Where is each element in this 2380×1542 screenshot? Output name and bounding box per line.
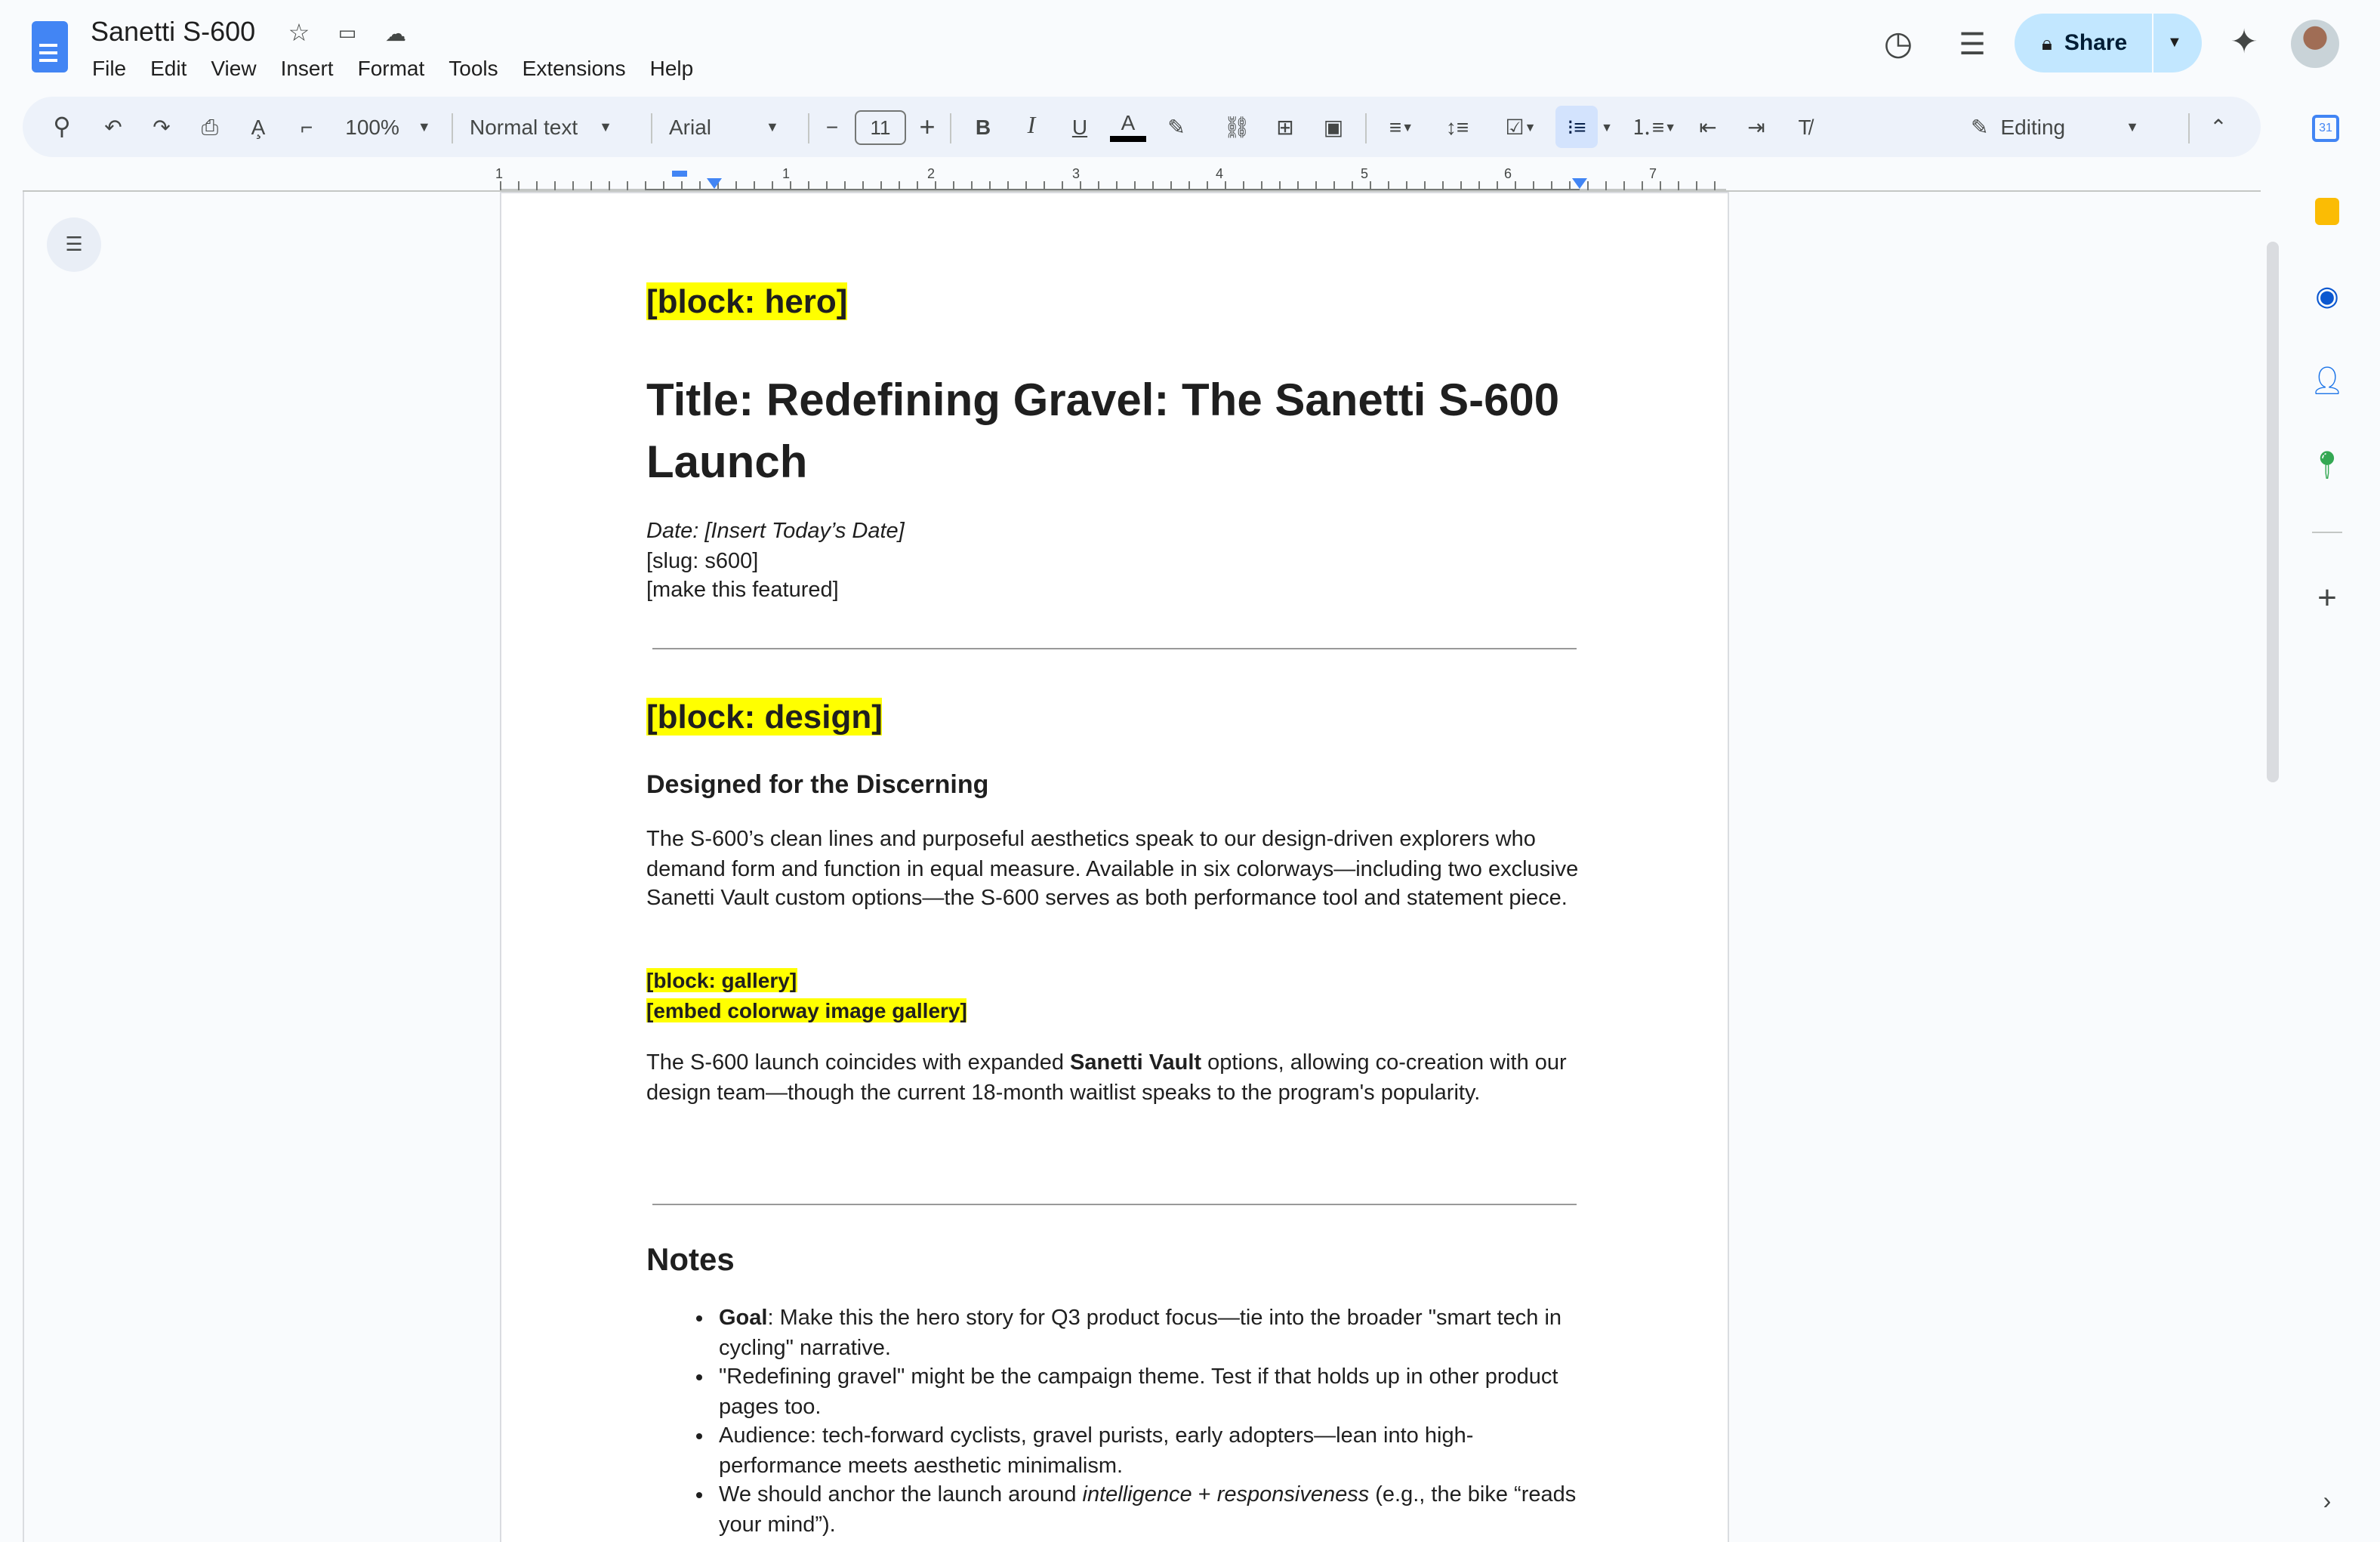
vertical-scrollbar[interactable] bbox=[2267, 242, 2279, 782]
list-item: Goal: Make this the hero story for Q3 pr… bbox=[719, 1305, 1583, 1364]
menu-tools[interactable]: Tools bbox=[449, 56, 498, 80]
paint-format-icon[interactable]: ⌐ bbox=[288, 109, 325, 145]
line-spacing-icon[interactable]: ↕≡ bbox=[1439, 109, 1475, 145]
checklist-icon[interactable]: ☑ ▼ bbox=[1491, 109, 1551, 145]
print-icon[interactable]: ⎙ bbox=[192, 109, 228, 145]
tasks-icon[interactable]: ◉ bbox=[2312, 280, 2342, 311]
menu-extensions[interactable]: Extensions bbox=[523, 56, 626, 80]
notes-heading: Notes bbox=[646, 1243, 735, 1278]
decrease-indent-icon[interactable]: ⇤ bbox=[1690, 109, 1726, 145]
text-color-button[interactable]: A bbox=[1110, 109, 1146, 142]
slug-line: [slug: s600] bbox=[646, 549, 759, 573]
highlight-color-icon[interactable]: ✎ bbox=[1158, 109, 1195, 145]
menu-help[interactable]: Help bbox=[650, 56, 694, 80]
undo-icon[interactable]: ↶ bbox=[95, 109, 131, 145]
design-paragraph: The S-600’s clean lines and purposeful a… bbox=[646, 828, 1579, 911]
search-menus-icon[interactable]: ⚲ bbox=[44, 109, 80, 145]
hide-menus-icon[interactable]: ⌃ bbox=[2200, 109, 2237, 145]
pencil-icon: ✎ bbox=[1971, 114, 1989, 138]
date-line: Date: [Insert Today’s Date] bbox=[646, 520, 905, 544]
ruler[interactable]: 1 1 2 3 4 5 6 7 bbox=[495, 166, 1726, 190]
calendar-icon[interactable]: 31 bbox=[2312, 115, 2339, 142]
keep-icon[interactable] bbox=[2315, 198, 2339, 225]
get-addons-icon[interactable]: + bbox=[2312, 578, 2342, 616]
maps-icon[interactable]: 📍︎ bbox=[2310, 449, 2345, 480]
bold-button[interactable]: B bbox=[965, 109, 1001, 145]
menu-insert[interactable]: Insert bbox=[281, 56, 334, 80]
gallery-embed-tag: [embed colorway image gallery] bbox=[646, 998, 967, 1022]
document-title[interactable]: Sanetti S-600 bbox=[91, 17, 255, 48]
divider bbox=[652, 648, 1577, 649]
bulleted-list-icon[interactable]: ⁝≡ bbox=[1555, 106, 1598, 148]
insert-image-icon[interactable]: ▣ bbox=[1315, 109, 1352, 145]
design-heading: Designed for the Discerning bbox=[646, 770, 989, 799]
left-indent-handle[interactable] bbox=[707, 178, 722, 189]
bulleted-list-dropdown-icon[interactable]: ▼ bbox=[1598, 109, 1616, 145]
vault-paragraph: The S-600 launch coincides with expanded… bbox=[646, 1051, 1567, 1105]
font-size-input[interactable]: 11 bbox=[855, 110, 906, 145]
decrease-font-size-button[interactable]: − bbox=[817, 109, 847, 145]
share-label: Share bbox=[2064, 30, 2128, 56]
notes-list: Goal: Make this the hero story for Q3 pr… bbox=[646, 1305, 1583, 1540]
lock-icon: 🔒︎ bbox=[2042, 31, 2052, 54]
font-select[interactable]: Arial ▼ bbox=[669, 109, 808, 145]
list-item: Audience: tech-forward cyclists, gravel … bbox=[719, 1423, 1583, 1482]
move-folder-icon[interactable]: ▭ bbox=[332, 18, 362, 48]
spellcheck-icon[interactable]: A̧ bbox=[240, 109, 276, 145]
divider bbox=[652, 1204, 1577, 1205]
avatar[interactable] bbox=[2291, 20, 2339, 68]
show-side-panel-icon[interactable]: › bbox=[2312, 1488, 2342, 1518]
insert-link-icon[interactable]: ⛓ bbox=[1219, 109, 1255, 145]
redo-icon[interactable]: ↷ bbox=[143, 109, 180, 145]
gallery-block-tag: [block: gallery] bbox=[646, 968, 797, 992]
menu-format[interactable]: Format bbox=[358, 56, 425, 80]
version-history-icon[interactable]: ◷ bbox=[1879, 24, 1918, 63]
add-comment-icon[interactable]: ⊞ bbox=[1267, 109, 1303, 145]
editing-mode-select[interactable]: ✎ Editing ▼ bbox=[1956, 103, 2182, 151]
document-heading-title: Title: Redefining Gravel: The Sanetti S-… bbox=[646, 376, 1560, 488]
list-item: We should anchor the launch around intel… bbox=[719, 1482, 1583, 1540]
featured-line: [make this featured] bbox=[646, 578, 839, 603]
first-line-indent-handle[interactable] bbox=[672, 171, 687, 177]
contacts-icon[interactable]: 👤︎ bbox=[2310, 365, 2345, 396]
docs-logo-icon[interactable] bbox=[32, 21, 68, 72]
right-indent-handle[interactable] bbox=[1572, 178, 1587, 189]
menu-file[interactable]: File bbox=[92, 56, 126, 80]
underline-button[interactable]: U bbox=[1062, 109, 1098, 145]
share-button[interactable]: 🔒︎ Share ▼ bbox=[2015, 14, 2202, 72]
cloud-saved-icon[interactable]: ☁ bbox=[381, 18, 411, 48]
menu-edit[interactable]: Edit bbox=[150, 56, 187, 80]
toolbar: ⚲ ↶ ↷ ⎙ A̧ ⌐ 100% ▼ Normal text ▼ Arial ▼ −… bbox=[23, 97, 2261, 157]
increase-indent-icon[interactable]: ⇥ bbox=[1738, 109, 1774, 145]
increase-font-size-button[interactable]: + bbox=[912, 109, 942, 145]
share-dropdown-icon[interactable]: ▼ bbox=[2167, 35, 2182, 51]
style-select[interactable]: Normal text ▼ bbox=[470, 109, 636, 145]
numbered-list-icon[interactable]: ⒈≡ ▼ bbox=[1623, 109, 1684, 145]
gemini-icon[interactable]: ✦ bbox=[2226, 23, 2262, 60]
document-outline-button[interactable]: ☰ bbox=[47, 217, 101, 272]
italic-button[interactable]: I bbox=[1013, 109, 1050, 145]
align-icon[interactable]: ≡ ▼ bbox=[1376, 109, 1427, 145]
design-block-tag: [block: design] bbox=[646, 698, 883, 736]
zoom-select[interactable]: 100% ▼ bbox=[340, 109, 436, 145]
document-page[interactable]: [block: hero] Title: Redefining Gravel: … bbox=[500, 192, 1729, 1542]
clear-formatting-icon[interactable]: T̸ bbox=[1787, 109, 1823, 145]
star-icon[interactable]: ☆ bbox=[284, 18, 314, 48]
comments-icon[interactable]: ☰ bbox=[1953, 24, 1992, 63]
list-item: "Redefining gravel" might be the campaig… bbox=[719, 1364, 1583, 1423]
menu-view[interactable]: View bbox=[211, 56, 256, 80]
hero-block-tag: [block: hero] bbox=[646, 282, 848, 320]
